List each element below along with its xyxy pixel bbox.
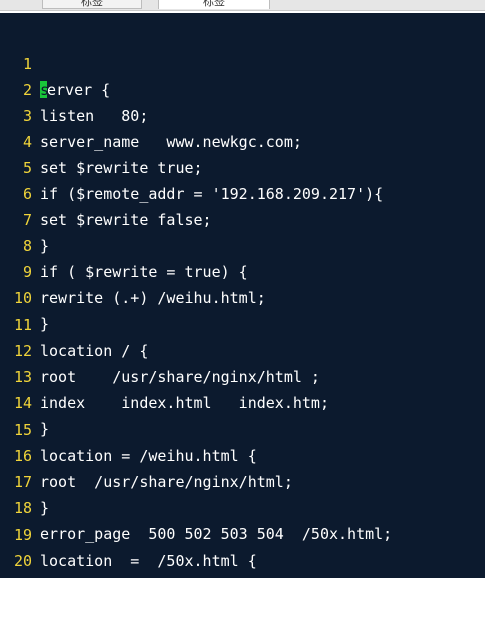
code-line: 14 } — [0, 364, 49, 438]
code-text: } — [40, 237, 50, 255]
code-text: error_page 500 502 503 504 /50x.html; — [40, 525, 393, 543]
code-line: 2 listen 80; — [0, 51, 148, 125]
cursor-char: s — [40, 81, 50, 99]
code-line: 8 if ( $rewrite = true) { — [0, 207, 248, 281]
code-text: } — [40, 499, 50, 517]
code-text: location = /weihu.html { — [40, 447, 257, 465]
code-text: server_name www.newkgc.com; — [40, 133, 302, 151]
code-line: 17 } — [0, 443, 49, 517]
code-text: s erver { — [40, 77, 110, 103]
tab-2-active[interactable]: 标签 — [158, 0, 270, 9]
code-text: listen 80; — [40, 107, 149, 125]
code-text: root /usr/share/nginx/html; — [40, 473, 293, 491]
code-line: 20 root /usr/share/nginx/html; — [0, 522, 293, 596]
code-text: location / { — [40, 342, 149, 360]
code-text: if ( $rewrite = true) { — [40, 263, 248, 281]
code-text: set $rewrite true; — [40, 159, 203, 177]
code-text: } — [40, 420, 50, 438]
code-line: 19 location = /50x.html { — [0, 496, 257, 570]
code-text: root /usr/share/nginx/html ; — [40, 368, 320, 386]
code-line: 15 location = /weihu.html { — [0, 391, 257, 465]
tab-bar: 标签 标签 — [0, 0, 485, 11]
code-text: set $rewrite false; — [40, 211, 212, 229]
line-number: 20 — [13, 552, 32, 570]
code-line: 6 set $rewrite false; — [0, 155, 212, 229]
code-line: 5 if ($remote_addr = '192.168.209.217'){ — [0, 129, 383, 203]
code-line: 13 index index.html index.htm; — [0, 338, 329, 412]
code-text: location = /50x.html { — [40, 552, 257, 570]
code-text: index index.html index.htm; — [40, 394, 329, 412]
code-line: 10 } — [0, 259, 49, 333]
code-line: 3 server_name www.newkgc.com; — [0, 77, 302, 151]
code-line: 18 error_page 500 502 503 504 /50x.html; — [0, 469, 392, 543]
code-line: 7 } — [0, 181, 49, 255]
code-line: 11 location / { — [0, 286, 148, 360]
code-line: 16 root /usr/share/nginx/html; — [0, 417, 293, 491]
code-text: if ($remote_addr = '192.168.209.217'){ — [40, 185, 384, 203]
code-line: 4 set $rewrite true; — [0, 103, 203, 177]
code-line: 9 rewrite (.+) /weihu.html; — [0, 233, 266, 307]
code-line: 12 root /usr/share/nginx/html ; — [0, 312, 320, 386]
terminal-editor[interactable]: 1 s erver { 2 listen 80; 3 server_name ww… — [0, 13, 485, 596]
tab-1[interactable]: 标签 — [42, 0, 142, 9]
code-line: 1 s erver { — [0, 25, 110, 99]
code-text: rewrite (.+) /weihu.html; — [40, 289, 266, 307]
code-text: } — [40, 315, 50, 333]
